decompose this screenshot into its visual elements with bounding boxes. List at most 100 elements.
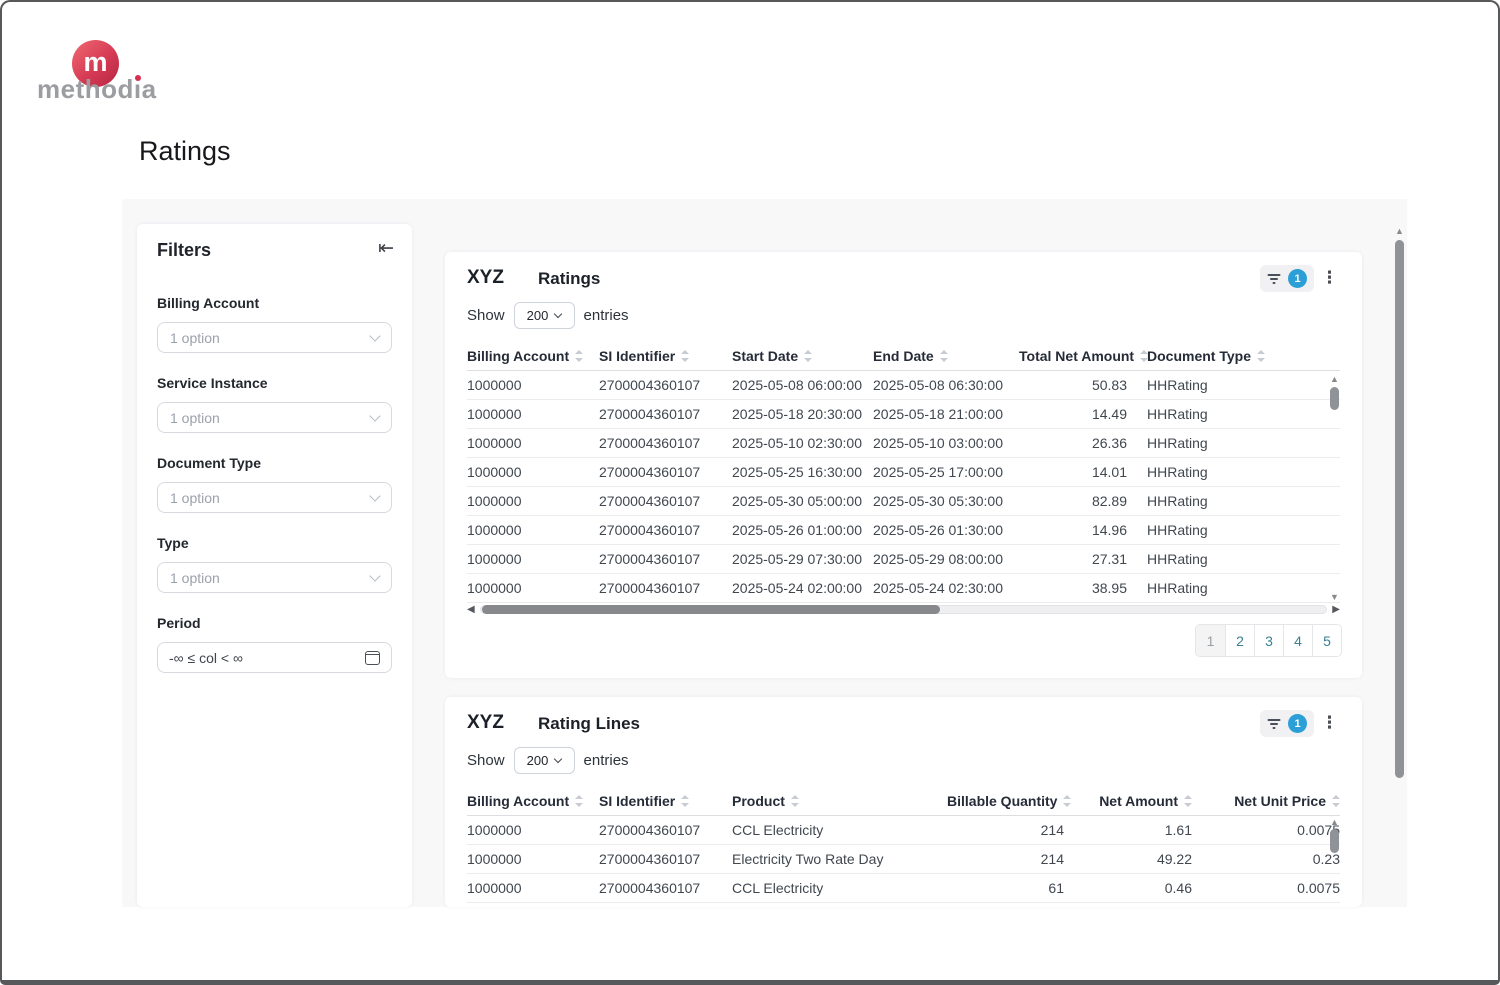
table-cell: 2025-05-10 03:00:00 xyxy=(873,428,1019,457)
table-cell: 2025-05-18 20:30:00 xyxy=(732,399,873,428)
scrollbar-thumb[interactable] xyxy=(1330,829,1339,853)
table-cell: 2700004360107 xyxy=(599,370,732,399)
table-cell: 1000000 xyxy=(467,873,599,902)
sort-icon[interactable] xyxy=(940,350,948,362)
table-cell: 2025-05-30 05:00:00 xyxy=(732,486,873,515)
scroll-up-icon[interactable]: ▲ xyxy=(1329,817,1340,827)
col-product[interactable]: Product xyxy=(732,787,947,815)
table-row[interactable]: 100000027000043601072025-05-24 02:00:002… xyxy=(467,573,1340,602)
ratings-menu-icon[interactable]: ⋮ xyxy=(1321,268,1338,288)
col-end-date[interactable]: End Date xyxy=(873,342,1019,370)
sort-icon[interactable] xyxy=(681,350,689,362)
table-cell: 2025-05-08 06:00:00 xyxy=(732,370,873,399)
page-button-1[interactable]: 1 xyxy=(1196,625,1225,656)
col-start-date[interactable]: Start Date xyxy=(732,342,873,370)
page-button-5[interactable]: 5 xyxy=(1312,625,1341,656)
sort-icon[interactable] xyxy=(804,350,812,362)
document-type-select[interactable]: 1 option xyxy=(157,482,392,513)
table-cell: 27.31 xyxy=(1019,544,1143,573)
table-cell: 1000000 xyxy=(467,844,599,873)
table-cell: 2025-05-26 01:30:00 xyxy=(873,515,1019,544)
table-cell: 2025-05-25 17:00:00 xyxy=(873,457,1019,486)
col-si-identifier[interactable]: SI Identifier xyxy=(599,342,732,370)
page-button-2[interactable]: 2 xyxy=(1225,625,1254,656)
table-cell: 2025-05-18 21:00:00 xyxy=(873,399,1019,428)
page-button-3[interactable]: 3 xyxy=(1254,625,1283,656)
rating-lines-vertical-scrollbar[interactable]: ▲ xyxy=(1329,817,1340,907)
table-row[interactable]: 100000027000043601072025-05-10 02:30:002… xyxy=(467,428,1340,457)
table-cell: 2025-05-10 02:30:00 xyxy=(732,428,873,457)
rating-lines-filter-button[interactable]: 1 xyxy=(1260,710,1314,737)
rating-lines-menu-icon[interactable]: ⋮ xyxy=(1321,713,1338,733)
table-row[interactable]: 10000002700004360107CCL Electricity2141.… xyxy=(467,815,1340,844)
table-row[interactable]: 100000027000043601072025-05-26 01:00:002… xyxy=(467,515,1340,544)
table-cell: 214 xyxy=(947,844,1064,873)
table-row[interactable]: 100000027000043601072025-05-30 05:00:002… xyxy=(467,486,1340,515)
rating-lines-page-size-select[interactable]: 200 xyxy=(514,747,575,774)
table-cell: 61 xyxy=(947,873,1064,902)
billing-account-select[interactable]: 1 option xyxy=(157,322,392,353)
sort-icon[interactable] xyxy=(1257,350,1265,362)
sort-icon[interactable] xyxy=(791,795,799,807)
table-cell: 1000000 xyxy=(467,573,599,602)
table-cell: HHRating xyxy=(1143,457,1340,486)
col-net-amount[interactable]: Net Amount xyxy=(1064,787,1192,815)
table-cell: HHRating xyxy=(1143,370,1340,399)
scrollbar-thumb[interactable] xyxy=(1330,387,1339,410)
table-row[interactable]: 100000027000043601072025-05-29 07:30:002… xyxy=(467,544,1340,573)
chevron-down-icon xyxy=(369,490,380,501)
chevron-down-icon xyxy=(369,330,380,341)
page-vertical-scrollbar[interactable]: ▲ xyxy=(1394,226,1405,906)
table-cell: 0.0075 xyxy=(1192,873,1340,902)
table-row[interactable]: 100000027000043601072025-05-18 20:30:002… xyxy=(467,399,1340,428)
filter-funnel-icon xyxy=(1267,273,1281,285)
ratings-vertical-scrollbar[interactable]: ▲ ▼ xyxy=(1329,374,1340,602)
table-row[interactable]: 10000002700004360107CCL Electricity610.4… xyxy=(467,873,1340,902)
scroll-up-icon[interactable]: ▲ xyxy=(1394,226,1405,236)
table-cell: 2025-05-26 01:00:00 xyxy=(732,515,873,544)
filter-funnel-icon xyxy=(1267,718,1281,730)
table-cell: CCL Electricity xyxy=(732,873,947,902)
table-cell: 2700004360107 xyxy=(599,844,732,873)
service-instance-select[interactable]: 1 option xyxy=(157,402,392,433)
chevron-down-icon xyxy=(554,755,562,763)
sort-icon[interactable] xyxy=(1063,795,1071,807)
table-row[interactable]: 100000027000043601072025-05-08 06:00:002… xyxy=(467,370,1340,399)
period-input[interactable]: -∞ ≤ col < ∞ xyxy=(157,642,392,673)
col-billing-account[interactable]: Billing Account xyxy=(467,342,599,370)
table-cell: 2700004360107 xyxy=(599,486,732,515)
col-total-net-amount[interactable]: Total Net Amount xyxy=(1019,342,1143,370)
sort-icon[interactable] xyxy=(1140,350,1148,362)
scrollbar-thumb[interactable] xyxy=(482,605,940,614)
table-cell: 1000000 xyxy=(467,544,599,573)
table-row[interactable]: 100000027000043601072025-05-25 16:30:002… xyxy=(467,457,1340,486)
ratings-page-size-select[interactable]: 200 xyxy=(514,302,575,329)
scroll-left-icon[interactable]: ◀ xyxy=(467,604,475,615)
scroll-right-icon[interactable]: ▶ xyxy=(1332,604,1340,615)
scroll-up-icon[interactable]: ▲ xyxy=(1329,374,1340,384)
sort-icon[interactable] xyxy=(1184,795,1192,807)
sort-icon[interactable] xyxy=(575,795,583,807)
col-net-unit-price[interactable]: Net Unit Price xyxy=(1192,787,1340,815)
sort-icon[interactable] xyxy=(575,350,583,362)
col-document-type[interactable]: Document Type xyxy=(1143,342,1340,370)
type-select[interactable]: 1 option xyxy=(157,562,392,593)
sort-icon[interactable] xyxy=(1332,795,1340,807)
col-billing-account[interactable]: Billing Account xyxy=(467,787,599,815)
scroll-down-icon[interactable]: ▼ xyxy=(1329,592,1340,602)
page-button-4[interactable]: 4 xyxy=(1283,625,1312,656)
ratings-horizontal-scrollbar[interactable]: ◀ ▶ xyxy=(467,603,1340,617)
ratings-filter-button[interactable]: 1 xyxy=(1260,265,1314,292)
table-header-row: Billing Account SI Identifier Product Bi… xyxy=(467,787,1340,815)
collapse-sidebar-icon[interactable]: ⇤ xyxy=(378,237,394,260)
ratings-show-entries: Show 200 entries xyxy=(467,302,629,329)
col-si-identifier[interactable]: SI Identifier xyxy=(599,787,732,815)
sort-icon[interactable] xyxy=(681,795,689,807)
table-cell: 1000000 xyxy=(467,815,599,844)
col-billable-quantity[interactable]: Billable Quantity xyxy=(947,787,1064,815)
show-label: Show xyxy=(467,752,505,769)
table-row[interactable]: 10000002700004360107Electricity Two Rate… xyxy=(467,844,1340,873)
entries-label: entries xyxy=(584,752,629,769)
scrollbar-thumb[interactable] xyxy=(1395,240,1404,778)
table-cell: 1000000 xyxy=(467,486,599,515)
